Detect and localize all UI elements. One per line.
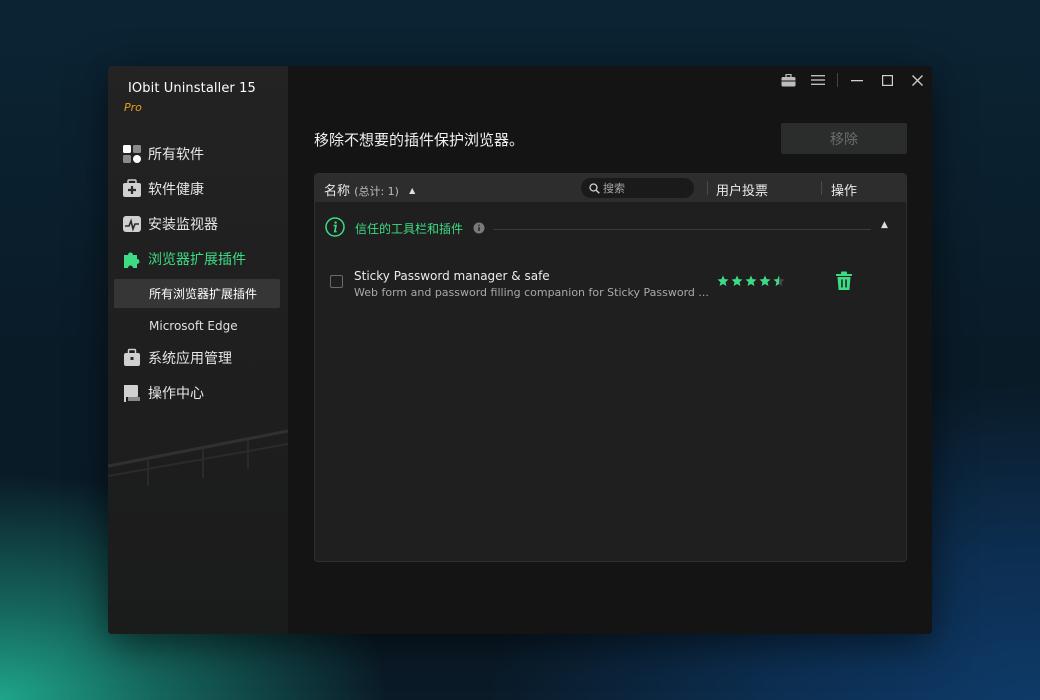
monitor-icon	[123, 216, 141, 232]
maximize-button[interactable]	[872, 66, 902, 94]
app-window: IObit Uninstaller 15 Pro 所有软件 软件健康 安装监视器…	[108, 66, 932, 634]
grid-apps-icon	[123, 145, 141, 163]
star-full-icon	[717, 275, 729, 286]
flag-icon	[124, 385, 140, 402]
rating-stars	[717, 275, 787, 287]
item-title: Sticky Password manager & safe	[354, 269, 550, 283]
toolbox-button[interactable]	[773, 66, 803, 94]
info-circle-icon	[325, 217, 345, 237]
sidebar-item-all-software[interactable]: 所有软件	[122, 141, 204, 167]
sidebar-item-install-monitor[interactable]: 安装监视器	[122, 211, 218, 237]
table-header: 名称 (总计: 1) ▲ 用户投票 操作	[315, 174, 906, 202]
sidebar-item-action-center[interactable]: 操作中心	[122, 380, 204, 406]
sidebar-item-system-apps[interactable]: 系统应用管理	[122, 345, 232, 371]
titlebar-controls	[773, 66, 932, 94]
edition-badge: Pro	[124, 101, 142, 114]
sidebar-item-label: 软件健康	[148, 182, 204, 198]
minimize-icon	[851, 80, 863, 82]
votes-column-header: 用户投票	[716, 184, 769, 199]
help-info-icon[interactable]	[473, 222, 485, 234]
group-label: 信任的工具栏和插件	[355, 222, 464, 236]
search-input[interactable]	[603, 181, 683, 195]
item-description: Web form and password filling companion …	[354, 286, 709, 299]
name-header-label: 名称	[324, 184, 351, 199]
sidebar-item-label: 浏览器扩展插件	[148, 252, 246, 268]
puzzle-icon	[124, 252, 140, 268]
subnav-all-browser-extensions[interactable]: 所有浏览器扩展插件	[114, 279, 280, 308]
health-kit-icon	[123, 179, 141, 197]
search-box[interactable]	[581, 178, 694, 198]
star-full-icon	[731, 275, 743, 286]
sidebar-item-browser-extensions[interactable]: 浏览器扩展插件	[122, 246, 246, 272]
minimize-button[interactable]	[842, 66, 872, 94]
star-full-icon	[745, 275, 757, 286]
sidebar-item-software-health[interactable]: 软件健康	[122, 176, 204, 202]
menu-icon	[811, 75, 825, 85]
star-half-icon	[773, 275, 785, 286]
name-column-header[interactable]: 名称 (总计: 1) ▲	[324, 180, 415, 199]
action-column-header: 操作	[831, 184, 858, 199]
column-divider	[821, 181, 822, 195]
item-checkbox[interactable]	[330, 275, 343, 288]
search-icon	[589, 182, 600, 194]
sidebar-item-label: 系统应用管理	[148, 351, 232, 367]
star-full-icon	[759, 275, 771, 286]
main-content: 移除不想要的插件保护浏览器。 移除 名称 (总计: 1) ▲ 用户投票	[288, 66, 932, 634]
column-divider	[707, 181, 708, 195]
list-item[interactable]: Sticky Password manager & safe Web form …	[325, 266, 897, 306]
group-divider	[493, 229, 871, 230]
menu-button[interactable]	[803, 66, 833, 94]
sidebar-item-label: 安装监视器	[148, 217, 218, 233]
subnav-microsoft-edge[interactable]: Microsoft Edge	[114, 311, 280, 340]
sort-up-icon: ▲	[409, 186, 416, 195]
close-icon	[911, 74, 923, 86]
maximize-icon	[881, 74, 893, 86]
remove-button[interactable]: 移除	[781, 123, 907, 154]
sidebar-item-label: 操作中心	[148, 386, 204, 402]
trash-icon[interactable]	[835, 271, 853, 291]
sidebar: IObit Uninstaller 15 Pro 所有软件 软件健康 安装监视器…	[108, 66, 288, 634]
bridge-decoration	[108, 429, 288, 486]
total-count: (总计: 1)	[354, 185, 399, 198]
titlebar-divider	[837, 73, 838, 87]
briefcase-icon	[124, 348, 140, 366]
toolbox-icon	[781, 73, 795, 86]
close-button[interactable]	[902, 66, 932, 94]
page-heading: 移除不想要的插件保护浏览器。	[314, 131, 525, 149]
extensions-table: 名称 (总计: 1) ▲ 用户投票 操作	[314, 173, 907, 562]
app-title: IObit Uninstaller 15	[128, 81, 256, 96]
collapse-arrow-icon[interactable]: ▲	[881, 220, 888, 230]
sidebar-item-label: 所有软件	[148, 147, 204, 163]
group-header-trusted: 信任的工具栏和插件 ▲	[325, 217, 897, 241]
